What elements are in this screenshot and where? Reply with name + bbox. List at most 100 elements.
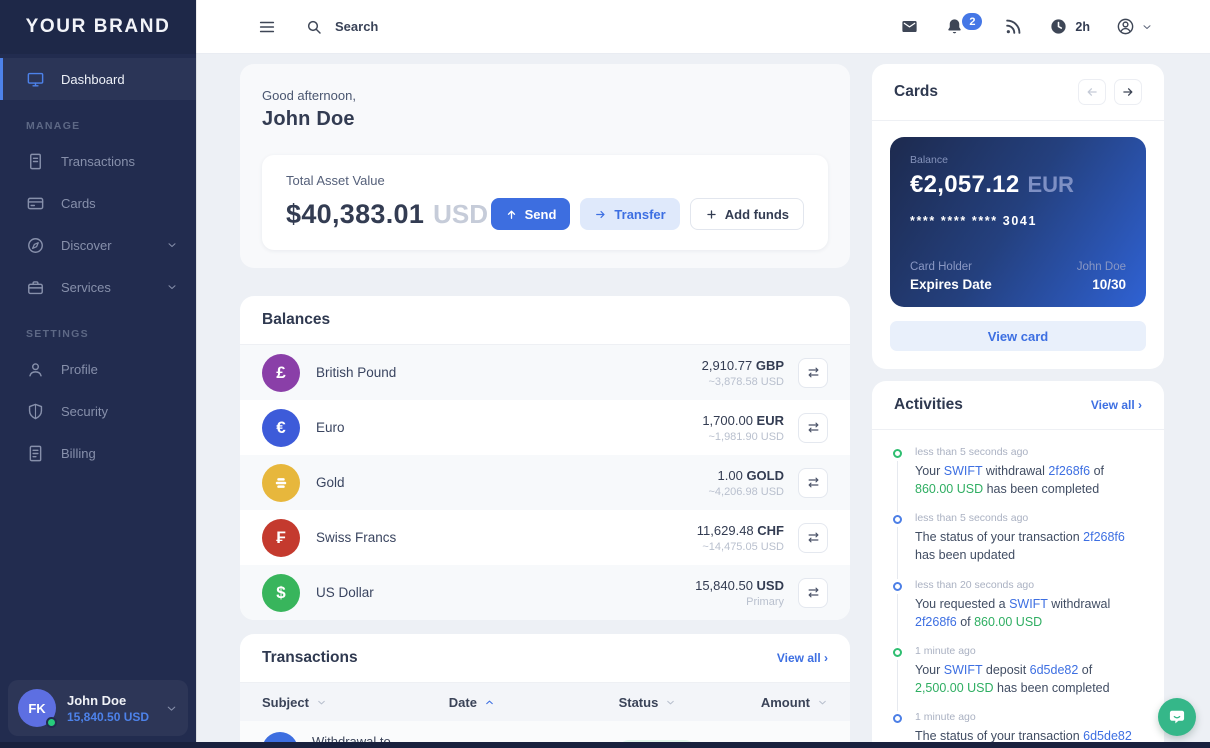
balance-row-gold[interactable]: Gold 1.00 GOLD ~4,206.98 USD [240,455,850,510]
activity-timestamp: 1 minute ago [915,644,976,657]
greeting-name: John Doe [262,108,355,130]
column-header-subject[interactable]: Subject [262,695,449,710]
arrow-right-icon [1121,85,1135,99]
person-circle-icon [1116,17,1135,36]
mail-icon[interactable] [900,17,919,36]
sidebar-nav: Dashboard MANAGE Transactions Cards Disc… [0,54,196,474]
briefcase-icon [26,278,45,297]
sidebar-item-cards[interactable]: Cards [0,182,196,224]
balance-currency-name: Euro [316,420,345,435]
shield-icon [26,402,45,421]
timeline-dot [892,714,902,723]
search-input[interactable] [335,19,535,34]
activity-link[interactable]: 2f268f6 [1048,464,1090,478]
transactions-view-all-link[interactable]: View all › [777,651,828,665]
activity-link[interactable]: 6d5de82 [1030,663,1079,677]
sidebar-item-transactions[interactable]: Transactions [0,140,196,182]
cards-title: Cards [894,83,938,100]
top-bar: 2 2h [196,0,1210,54]
column-header-amount[interactable]: Amount [726,695,828,710]
sidebar-item-discover[interactable]: Discover [0,224,196,266]
avatar-initials: FK [28,700,46,716]
send-button[interactable]: Send [490,198,571,230]
compass-icon [26,236,45,255]
exchange-button[interactable] [798,522,828,553]
activity-link[interactable]: 2f268f6 [1083,530,1125,544]
sidebar-item-label: Cards [61,195,96,211]
pound-icon: £ [262,353,300,392]
column-header-date[interactable]: Date [449,695,619,710]
balance-row-swiss-francs[interactable]: ₣ Swiss Francs 11,629.48 CHF ~14,475.05 … [240,510,850,565]
activities-view-all-link[interactable]: View all › [1091,398,1142,412]
balance-secondary: ~4,206.98 USD [708,485,784,498]
sidebar-item-dashboard[interactable]: Dashboard [0,58,196,100]
sidebar-user-panel[interactable]: FK John Doe 15,840.50 USD [8,680,188,736]
balance-row-euro[interactable]: € Euro 1,700.00 EUR ~1,981.90 USD [240,400,850,455]
card-icon [26,194,45,213]
search-box[interactable] [306,19,870,35]
activity-link[interactable]: SWIFT [944,464,983,478]
timeline-connector [896,461,898,513]
arrow-left-icon [1085,85,1099,99]
balance-row-british-pound[interactable]: £ British Pound 2,910.77 GBP ~3,878.58 U… [240,345,850,400]
balance-currency-name: British Pound [316,365,397,380]
session-timer[interactable]: 2h [1049,17,1090,36]
plus-icon [705,208,718,221]
balance-secondary: ~1,981.90 USD [708,430,784,443]
sidebar-item-security[interactable]: Security [0,390,196,432]
add-funds-button[interactable]: Add funds [689,198,804,230]
exchange-button[interactable] [798,412,828,443]
greeting-salutation: Good afternoon, [262,88,356,103]
exchange-button[interactable] [798,577,828,608]
balance-row-us-dollar[interactable]: $ US Dollar 15,840.50 USD Primary [240,565,850,620]
menu-icon[interactable] [258,18,276,36]
sidebar-item-profile[interactable]: Profile [0,348,196,390]
card-holder-label: Card Holder [910,261,972,273]
card-next-button[interactable] [1114,79,1142,105]
receipt-icon [26,152,45,171]
bank-card[interactable]: Balance €2,057.12 EUR **** **** **** 304… [890,137,1146,307]
activities-title: Activities [894,396,963,413]
franc-icon: ₣ [262,518,300,557]
sidebar-item-services[interactable]: Services [0,266,196,308]
app-root: YOUR BRAND Dashboard MANAGE Transactions… [0,0,1210,748]
asset-currency: USD [433,198,489,229]
transfer-button[interactable]: Transfer [580,198,680,230]
online-status-dot [46,717,57,728]
balance-currency-name: Gold [316,475,345,490]
card-masked-number: **** **** **** 3041 [910,214,1038,228]
activity-amount: 2,500.00 USD [915,680,994,695]
swap-icon [806,365,821,380]
broadcast-icon[interactable] [1004,17,1023,36]
chat-widget-button[interactable] [1158,698,1196,736]
balance-secondary: ~3,878.58 USD [708,375,784,388]
activity-amount: 860.00 USD [974,614,1043,629]
exchange-button[interactable] [798,357,828,388]
balance-currency-name: US Dollar [316,585,374,600]
activity-link[interactable]: SWIFT [944,663,983,677]
sidebar-item-label: Services [61,279,111,295]
column-header-status[interactable]: Status [619,695,727,710]
card-prev-button[interactable] [1078,79,1106,105]
euro-icon: € [262,408,300,447]
balance-amount: 1.00 GOLD [717,467,784,483]
balances-title: Balances [262,311,331,328]
activity-link[interactable]: SWIFT [1009,597,1048,611]
notifications-button[interactable]: 2 [945,13,983,36]
view-card-button[interactable]: View card [890,321,1146,351]
activity-timestamp: less than 5 seconds ago [915,446,1029,458]
sort-down-icon [817,697,828,708]
sidebar-item-label: Billing [61,445,96,461]
activity-link[interactable]: 2f268f6 [915,615,957,629]
profile-menu[interactable] [1116,17,1153,36]
activity-amount: 860.00 USD [915,482,984,497]
activity-text: Your SWIFT withdrawal 2f268f6 of 860.00 … [915,464,1105,497]
balance-secondary: ~14,475.05 USD [702,540,784,553]
sidebar-item-billing[interactable]: Billing [0,432,196,474]
coins-icon [262,463,300,502]
bottom-edge-strip [0,742,1210,748]
activity-link[interactable]: 6d5de82 [1083,729,1132,743]
activity-timestamp: less than 5 seconds ago [915,512,1029,525]
timeline-connector [896,593,898,645]
exchange-button[interactable] [798,467,828,498]
